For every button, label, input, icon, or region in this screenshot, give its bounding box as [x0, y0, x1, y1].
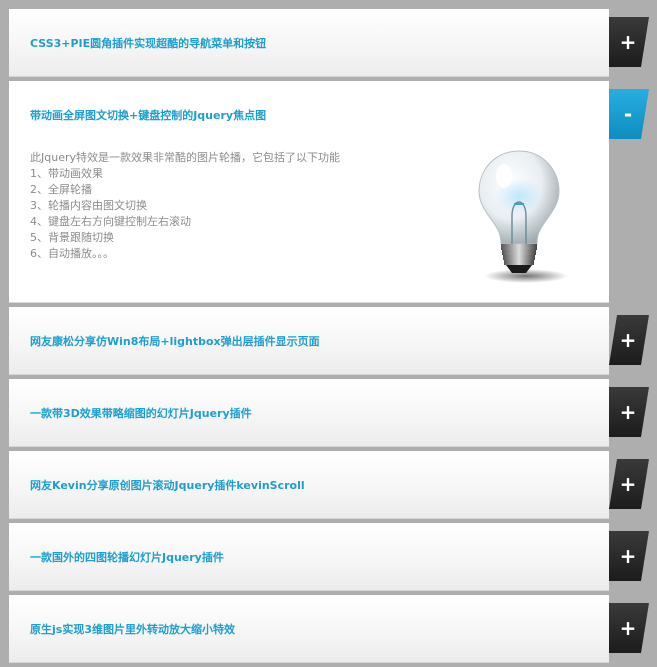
accordion-panel: CSS3+PIE圆角插件实现超酷的导航菜单和按钮 — [9, 9, 609, 77]
accordion-title[interactable]: 一款带3D效果带略缩图的幻灯片Jquery插件 — [30, 405, 252, 421]
accordion-header[interactable]: 原生js实现3维图片里外转动放大缩小特效 — [9, 595, 609, 662]
accordion-menu: CSS3+PIE圆角插件实现超酷的导航菜单和按钮 + 带动画全屏图文切换+键盘控… — [9, 9, 649, 667]
plus-icon: + — [619, 328, 637, 352]
plus-icon: + — [619, 30, 637, 54]
accordion-title[interactable]: CSS3+PIE圆角插件实现超酷的导航菜单和按钮 — [30, 35, 266, 51]
plus-icon: + — [619, 472, 637, 496]
accordion-title[interactable]: 带动画全屏图文切换+键盘控制的Jquery焦点图 — [30, 107, 266, 123]
collapse-toggle-button[interactable]: - — [609, 89, 649, 139]
expand-toggle-button[interactable]: + — [609, 315, 649, 365]
accordion-panel: 网友康松分享仿Win8布局+lightbox弹出层插件显示页面 — [9, 307, 609, 375]
accordion-item-open: 带动画全屏图文切换+键盘控制的Jquery焦点图 此Jquery特效是一款效果非… — [9, 81, 649, 303]
accordion-title[interactable]: 一款国外的四图轮播幻灯片Jquery插件 — [30, 549, 224, 565]
accordion-title[interactable]: 网友康松分享仿Win8布局+lightbox弹出层插件显示页面 — [30, 333, 320, 349]
minus-icon: - — [623, 102, 633, 126]
accordion-item: 网友Kevin分享原创图片滚动Jquery插件kevinScroll + — [9, 451, 649, 519]
plus-icon: + — [619, 544, 637, 568]
accordion-panel: 带动画全屏图文切换+键盘控制的Jquery焦点图 此Jquery特效是一款效果非… — [9, 81, 609, 303]
accordion-header[interactable]: 网友Kevin分享原创图片滚动Jquery插件kevinScroll — [9, 451, 609, 518]
expand-toggle-button[interactable]: + — [609, 387, 649, 437]
lightbulb-image — [478, 150, 568, 283]
accordion-header[interactable]: 一款带3D效果带略缩图的幻灯片Jquery插件 — [9, 379, 609, 446]
accordion-title[interactable]: 网友Kevin分享原创图片滚动Jquery插件kevinScroll — [30, 477, 305, 493]
plus-icon: + — [619, 400, 637, 424]
expand-toggle-button[interactable]: + — [609, 531, 649, 581]
accordion-panel: 原生js实现3维图片里外转动放大缩小特效 — [9, 595, 609, 663]
accordion-panel: 一款带3D效果带略缩图的幻灯片Jquery插件 — [9, 379, 609, 447]
accordion-header[interactable]: 网友康松分享仿Win8布局+lightbox弹出层插件显示页面 — [9, 307, 609, 374]
accordion-item: 网友康松分享仿Win8布局+lightbox弹出层插件显示页面 + — [9, 307, 649, 375]
accordion-header[interactable]: CSS3+PIE圆角插件实现超酷的导航菜单和按钮 — [9, 9, 609, 76]
accordion-content: 此Jquery特效是一款效果非常酷的图片轮播，它包括了以下功能 1、带动画效果 … — [9, 148, 609, 302]
accordion-item: 原生js实现3维图片里外转动放大缩小特效 + — [9, 595, 649, 663]
accordion-panel: 一款国外的四图轮播幻灯片Jquery插件 — [9, 523, 609, 591]
expand-toggle-button[interactable]: + — [609, 459, 649, 509]
accordion-header[interactable]: 一款国外的四图轮播幻灯片Jquery插件 — [9, 523, 609, 590]
accordion-item: 一款国外的四图轮播幻灯片Jquery插件 + — [9, 523, 649, 591]
plus-icon: + — [619, 616, 637, 640]
accordion-panel: 网友Kevin分享原创图片滚动Jquery插件kevinScroll — [9, 451, 609, 519]
expand-toggle-button[interactable]: + — [609, 17, 649, 67]
accordion-item: CSS3+PIE圆角插件实现超酷的导航菜单和按钮 + — [9, 9, 649, 77]
accordion-header[interactable]: 带动画全屏图文切换+键盘控制的Jquery焦点图 — [9, 81, 609, 148]
accordion-item: 一款带3D效果带略缩图的幻灯片Jquery插件 + — [9, 379, 649, 447]
accordion-title[interactable]: 原生js实现3维图片里外转动放大缩小特效 — [30, 621, 235, 637]
expand-toggle-button[interactable]: + — [609, 603, 649, 653]
